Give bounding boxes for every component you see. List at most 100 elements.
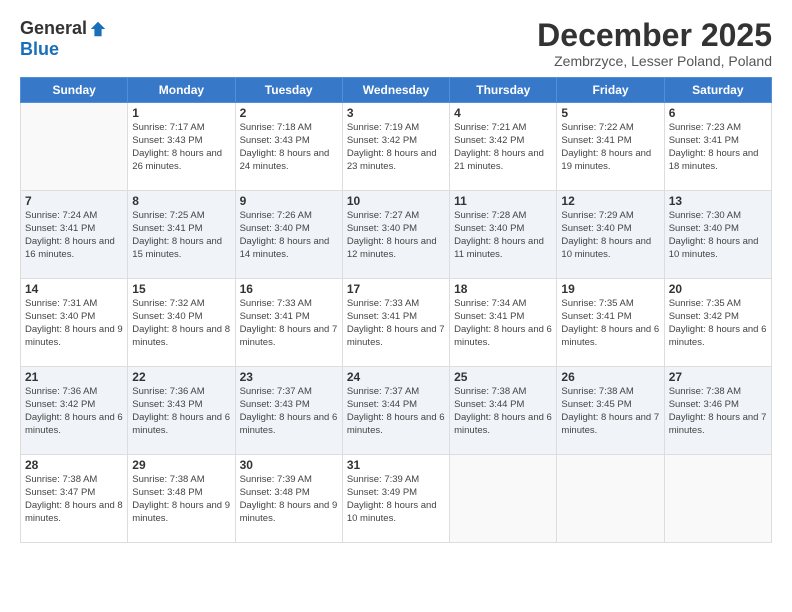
day-info: Sunrise: 7:38 AM Sunset: 3:44 PM Dayligh… — [454, 386, 552, 437]
day-info: Sunrise: 7:26 AM Sunset: 3:40 PM Dayligh… — [240, 210, 338, 261]
header-tuesday: Tuesday — [235, 78, 342, 103]
day-info: Sunrise: 7:32 AM Sunset: 3:40 PM Dayligh… — [132, 298, 230, 349]
day-number: 13 — [669, 194, 767, 208]
cell-w4-d4 — [450, 455, 557, 543]
cell-w3-d5: 26Sunrise: 7:38 AM Sunset: 3:45 PM Dayli… — [557, 367, 664, 455]
day-number: 20 — [669, 282, 767, 296]
day-number: 3 — [347, 106, 445, 120]
cell-w2-d0: 14 Sunrise: 7:31 AM Sunset: 3:40 PM Dayli… — [21, 279, 128, 367]
day-info: Sunrise: 7:39 AM Sunset: 3:49 PM Dayligh… — [347, 474, 445, 525]
logo-blue: Blue — [20, 39, 59, 60]
week-row-2: 14 Sunrise: 7:31 AM Sunset: 3:40 PM Dayli… — [21, 279, 772, 367]
day-info: Sunrise: 7:27 AM Sunset: 3:40 PM Dayligh… — [347, 210, 445, 261]
day-info: Sunrise: 7:17 AM Sunset: 3:43 PM Dayligh… — [132, 122, 230, 173]
day-info: Sunrise: 7:35 AM Sunset: 3:42 PM Dayligh… — [669, 298, 767, 349]
day-number: 11 — [454, 194, 552, 208]
day-info: Sunrise: 7:38 AM Sunset: 3:48 PM Dayligh… — [132, 474, 230, 525]
day-info: Sunrise: 7:31 AM Sunset: 3:40 PM Dayligh… — [25, 298, 123, 349]
header: General Blue December 2025 Zembrzyce, Le… — [20, 18, 772, 69]
day-number: 7 — [25, 194, 123, 208]
day-info: Sunrise: 7:29 AM Sunset: 3:40 PM Dayligh… — [561, 210, 659, 261]
cell-w4-d2: 30 Sunrise: 7:39 AM Sunset: 3:48 PM Dayli… — [235, 455, 342, 543]
cell-w1-d1: 8Sunrise: 7:25 AM Sunset: 3:41 PM Daylig… — [128, 191, 235, 279]
day-info: Sunrise: 7:35 AM Sunset: 3:41 PM Dayligh… — [561, 298, 659, 349]
day-number: 15 — [132, 282, 230, 296]
day-info: Sunrise: 7:28 AM Sunset: 3:40 PM Dayligh… — [454, 210, 552, 261]
title-block: December 2025 Zembrzyce, Lesser Poland, … — [537, 18, 772, 69]
week-row-0: 1 Sunrise: 7:17 AM Sunset: 3:43 PM Daylig… — [21, 103, 772, 191]
day-info: Sunrise: 7:34 AM Sunset: 3:41 PM Dayligh… — [454, 298, 552, 349]
day-number: 12 — [561, 194, 659, 208]
cell-w1-d4: 11 Sunrise: 7:28 AM Sunset: 3:40 PM Dayli… — [450, 191, 557, 279]
day-number: 29 — [132, 458, 230, 472]
day-number: 2 — [240, 106, 338, 120]
day-number: 6 — [669, 106, 767, 120]
cell-w1-d6: 13 Sunrise: 7:30 AM Sunset: 3:40 PM Dayli… — [664, 191, 771, 279]
logo: General Blue — [20, 18, 107, 60]
cell-w0-d4: 4 Sunrise: 7:21 AM Sunset: 3:42 PM Daylig… — [450, 103, 557, 191]
cell-w2-d4: 18Sunrise: 7:34 AM Sunset: 3:41 PM Dayli… — [450, 279, 557, 367]
weekday-header-row: Sunday Monday Tuesday Wednesday Thursday… — [21, 78, 772, 103]
logo-icon — [89, 20, 107, 38]
day-number: 30 — [240, 458, 338, 472]
day-info: Sunrise: 7:38 AM Sunset: 3:47 PM Dayligh… — [25, 474, 123, 525]
day-info: Sunrise: 7:22 AM Sunset: 3:41 PM Dayligh… — [561, 122, 659, 173]
day-number: 25 — [454, 370, 552, 384]
day-number: 17 — [347, 282, 445, 296]
day-number: 1 — [132, 106, 230, 120]
day-info: Sunrise: 7:18 AM Sunset: 3:43 PM Dayligh… — [240, 122, 338, 173]
cell-w4-d0: 28 Sunrise: 7:38 AM Sunset: 3:47 PM Dayli… — [21, 455, 128, 543]
day-number: 14 — [25, 282, 123, 296]
day-number: 9 — [240, 194, 338, 208]
cell-w0-d0 — [21, 103, 128, 191]
day-number: 31 — [347, 458, 445, 472]
day-info: Sunrise: 7:19 AM Sunset: 3:42 PM Dayligh… — [347, 122, 445, 173]
header-sunday: Sunday — [21, 78, 128, 103]
cell-w2-d6: 20 Sunrise: 7:35 AM Sunset: 3:42 PM Dayli… — [664, 279, 771, 367]
day-number: 28 — [25, 458, 123, 472]
cell-w1-d0: 7 Sunrise: 7:24 AM Sunset: 3:41 PM Daylig… — [21, 191, 128, 279]
calendar-table: Sunday Monday Tuesday Wednesday Thursday… — [20, 77, 772, 543]
cell-w2-d2: 16 Sunrise: 7:33 AM Sunset: 3:41 PM Dayli… — [235, 279, 342, 367]
week-row-3: 21 Sunrise: 7:36 AM Sunset: 3:42 PM Dayli… — [21, 367, 772, 455]
month-title: December 2025 — [537, 18, 772, 53]
day-number: 8 — [132, 194, 230, 208]
cell-w1-d2: 9 Sunrise: 7:26 AM Sunset: 3:40 PM Daylig… — [235, 191, 342, 279]
day-number: 16 — [240, 282, 338, 296]
day-number: 10 — [347, 194, 445, 208]
day-info: Sunrise: 7:21 AM Sunset: 3:42 PM Dayligh… — [454, 122, 552, 173]
header-thursday: Thursday — [450, 78, 557, 103]
cell-w0-d1: 1 Sunrise: 7:17 AM Sunset: 3:43 PM Daylig… — [128, 103, 235, 191]
logo-general: General — [20, 18, 87, 39]
cell-w3-d1: 22 Sunrise: 7:36 AM Sunset: 3:43 PM Dayli… — [128, 367, 235, 455]
day-number: 19 — [561, 282, 659, 296]
day-number: 5 — [561, 106, 659, 120]
day-info: Sunrise: 7:38 AM Sunset: 3:46 PM Dayligh… — [669, 386, 767, 437]
day-number: 24 — [347, 370, 445, 384]
header-monday: Monday — [128, 78, 235, 103]
cell-w1-d5: 12 Sunrise: 7:29 AM Sunset: 3:40 PM Dayli… — [557, 191, 664, 279]
cell-w4-d5 — [557, 455, 664, 543]
day-info: Sunrise: 7:24 AM Sunset: 3:41 PM Dayligh… — [25, 210, 123, 261]
day-number: 26 — [561, 370, 659, 384]
week-row-4: 28 Sunrise: 7:38 AM Sunset: 3:47 PM Dayli… — [21, 455, 772, 543]
cell-w3-d4: 25 Sunrise: 7:38 AM Sunset: 3:44 PM Dayli… — [450, 367, 557, 455]
cell-w3-d0: 21 Sunrise: 7:36 AM Sunset: 3:42 PM Dayli… — [21, 367, 128, 455]
cell-w3-d3: 24Sunrise: 7:37 AM Sunset: 3:44 PM Dayli… — [342, 367, 449, 455]
day-number: 21 — [25, 370, 123, 384]
day-info: Sunrise: 7:33 AM Sunset: 3:41 PM Dayligh… — [240, 298, 338, 349]
day-info: Sunrise: 7:36 AM Sunset: 3:42 PM Dayligh… — [25, 386, 123, 437]
day-info: Sunrise: 7:39 AM Sunset: 3:48 PM Dayligh… — [240, 474, 338, 525]
day-info: Sunrise: 7:37 AM Sunset: 3:43 PM Dayligh… — [240, 386, 338, 437]
day-info: Sunrise: 7:30 AM Sunset: 3:40 PM Dayligh… — [669, 210, 767, 261]
day-number: 4 — [454, 106, 552, 120]
cell-w0-d5: 5 Sunrise: 7:22 AM Sunset: 3:41 PM Daylig… — [557, 103, 664, 191]
cell-w0-d3: 3 Sunrise: 7:19 AM Sunset: 3:42 PM Daylig… — [342, 103, 449, 191]
day-number: 27 — [669, 370, 767, 384]
cell-w2-d3: 17Sunrise: 7:33 AM Sunset: 3:41 PM Dayli… — [342, 279, 449, 367]
cell-w1-d3: 10 Sunrise: 7:27 AM Sunset: 3:40 PM Dayli… — [342, 191, 449, 279]
day-info: Sunrise: 7:36 AM Sunset: 3:43 PM Dayligh… — [132, 386, 230, 437]
day-number: 23 — [240, 370, 338, 384]
day-info: Sunrise: 7:23 AM Sunset: 3:41 PM Dayligh… — [669, 122, 767, 173]
day-number: 22 — [132, 370, 230, 384]
